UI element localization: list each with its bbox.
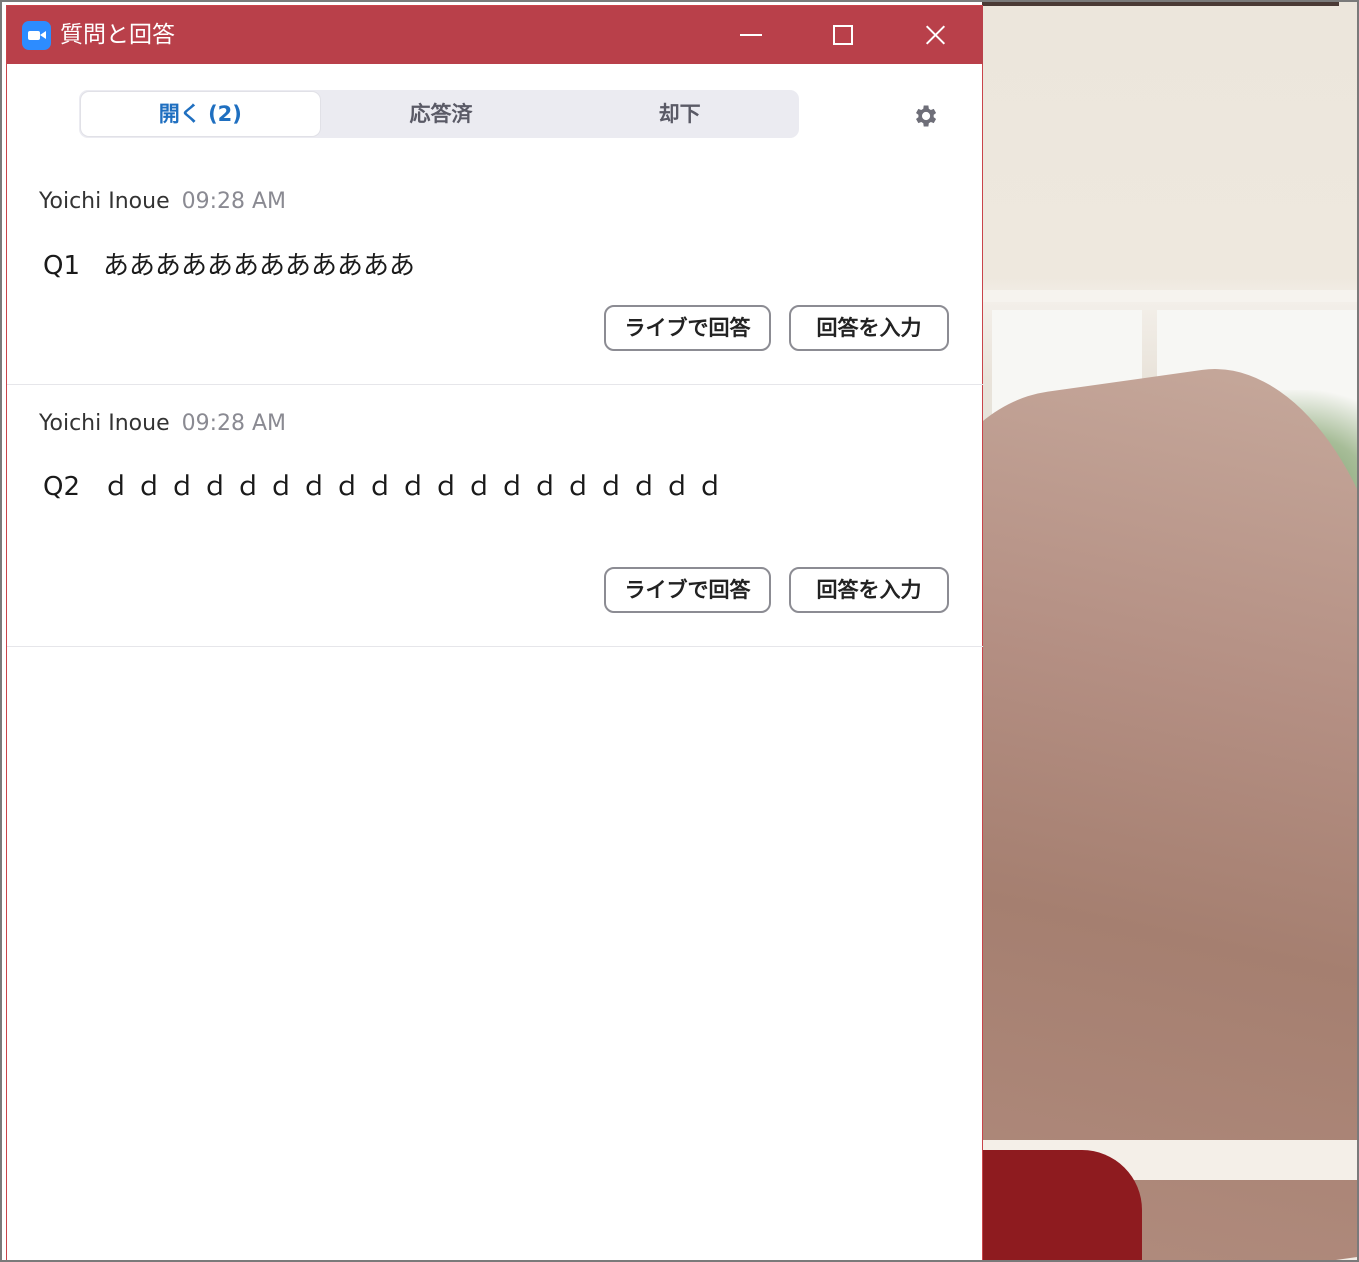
tab-open[interactable]: 開く (2) xyxy=(81,92,320,136)
question-author: Yoichi Inoue xyxy=(39,411,170,436)
tab-answered[interactable]: 応答済 xyxy=(322,90,561,138)
qa-window: 質問と回答 開く (2) 応答済 却下 Yoichi Inoue 09:28 AM… xyxy=(6,5,983,1262)
maximize-icon xyxy=(833,25,853,45)
question-meta: Yoichi Inoue 09:28 AM xyxy=(39,409,286,439)
question-author: Yoichi Inoue xyxy=(39,189,170,214)
window-title: 質問と回答 xyxy=(60,22,175,48)
minimize-icon xyxy=(740,34,762,36)
answer-live-button[interactable]: ライブで回答 xyxy=(604,567,771,613)
background-window-frame xyxy=(982,290,1359,302)
question-text: ｄｄｄｄｄｄｄｄｄｄｄｄｄｄｄｄｄｄｄ xyxy=(103,472,731,502)
question-meta: Yoichi Inoue 09:28 AM xyxy=(39,187,286,217)
video-background xyxy=(982,0,1359,1262)
maximize-button[interactable] xyxy=(797,6,889,64)
question-line: Q1 ああああああああああああ xyxy=(43,248,415,284)
qa-tabs: 開く (2) 応答済 却下 xyxy=(79,90,799,138)
question-item: Yoichi Inoue 09:28 AM Q2 ｄｄｄｄｄｄｄｄｄｄｄｄｄｄｄｄｄ… xyxy=(7,385,983,647)
title-bar[interactable]: 質問と回答 xyxy=(7,6,983,64)
background-edge xyxy=(982,0,1339,6)
type-answer-button[interactable]: 回答を入力 xyxy=(789,567,949,613)
settings-gear-icon[interactable] xyxy=(911,102,939,130)
minimize-button[interactable] xyxy=(705,6,797,64)
background-red-object xyxy=(982,1150,1142,1262)
question-item: Yoichi Inoue 09:28 AM Q1 ああああああああああああ ライブで… xyxy=(7,161,983,385)
question-number: Q1 xyxy=(43,251,81,281)
type-answer-button[interactable]: 回答を入力 xyxy=(789,305,949,351)
question-number: Q2 xyxy=(43,472,81,502)
question-line: Q2 ｄｄｄｄｄｄｄｄｄｄｄｄｄｄｄｄｄｄｄ xyxy=(43,469,730,505)
question-time: 09:28 AM xyxy=(181,189,287,214)
question-text: ああああああああああああ xyxy=(103,251,416,281)
background-person-arm xyxy=(982,348,1359,1262)
question-time: 09:28 AM xyxy=(181,411,287,436)
zoom-camera-icon xyxy=(22,21,51,50)
tab-dismissed[interactable]: 却下 xyxy=(560,90,799,138)
close-button[interactable] xyxy=(889,6,981,64)
answer-live-button[interactable]: ライブで回答 xyxy=(604,305,771,351)
